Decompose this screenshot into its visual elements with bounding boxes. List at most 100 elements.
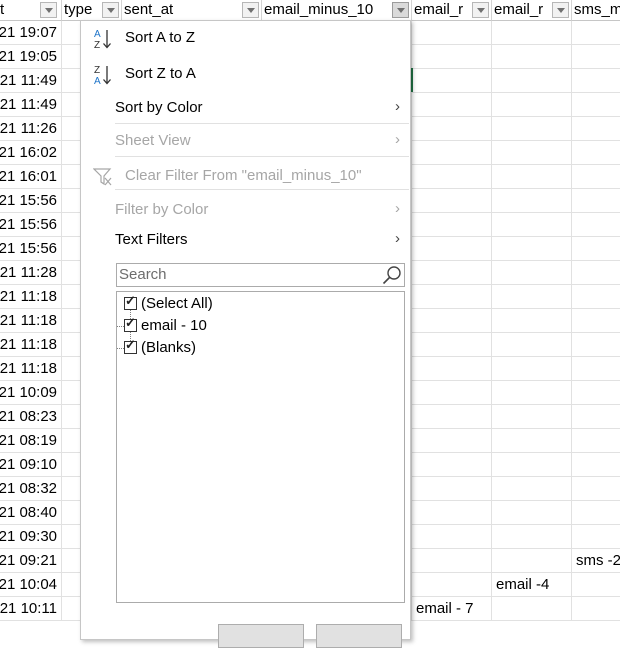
table-cell[interactable]: [492, 477, 572, 501]
table-cell[interactable]: [572, 573, 620, 597]
table-cell[interactable]: [412, 405, 492, 429]
table-cell[interactable]: [412, 381, 492, 405]
table-cell[interactable]: [412, 237, 492, 261]
column-header-sent-at[interactable]: sent_at: [122, 0, 262, 21]
table-cell[interactable]: 21 08:23: [0, 405, 62, 429]
table-cell[interactable]: [492, 501, 572, 525]
table-cell[interactable]: [412, 93, 492, 117]
table-cell[interactable]: [492, 333, 572, 357]
table-cell[interactable]: [572, 477, 620, 501]
table-cell[interactable]: 21 08:32: [0, 477, 62, 501]
table-cell[interactable]: 21 11:18: [0, 333, 62, 357]
table-cell[interactable]: [492, 453, 572, 477]
table-cell[interactable]: 21 10:04: [0, 573, 62, 597]
table-cell[interactable]: [492, 309, 572, 333]
table-cell[interactable]: 21 08:40: [0, 501, 62, 525]
table-cell[interactable]: 21 09:30: [0, 525, 62, 549]
table-cell[interactable]: 21 19:05: [0, 45, 62, 69]
table-cell[interactable]: [492, 141, 572, 165]
table-cell[interactable]: [492, 405, 572, 429]
table-cell[interactable]: [572, 309, 620, 333]
table-cell[interactable]: [412, 141, 492, 165]
table-cell[interactable]: [572, 285, 620, 309]
table-cell[interactable]: [412, 429, 492, 453]
table-cell[interactable]: [572, 21, 620, 45]
column-header-t[interactable]: t: [0, 0, 62, 21]
table-cell[interactable]: [572, 189, 620, 213]
table-cell[interactable]: 21 15:56: [0, 237, 62, 261]
table-cell[interactable]: [572, 333, 620, 357]
table-cell[interactable]: [572, 453, 620, 477]
filter-dropdown-button-active[interactable]: [392, 2, 409, 18]
column-header-type[interactable]: type: [62, 0, 122, 21]
table-cell[interactable]: [412, 549, 492, 573]
table-cell[interactable]: 21 16:02: [0, 141, 62, 165]
table-cell[interactable]: [572, 93, 620, 117]
table-cell[interactable]: [412, 333, 492, 357]
table-cell[interactable]: [412, 357, 492, 381]
table-cell[interactable]: [572, 381, 620, 405]
table-cell[interactable]: [412, 45, 492, 69]
column-header-email-minus-10[interactable]: email_minus_10: [262, 0, 412, 21]
table-cell[interactable]: 21 11:28: [0, 261, 62, 285]
table-cell[interactable]: [492, 45, 572, 69]
table-cell[interactable]: [412, 309, 492, 333]
filter-dropdown-button[interactable]: [102, 2, 119, 18]
table-cell[interactable]: [572, 237, 620, 261]
sort-by-color-item[interactable]: Sort by Color ›: [81, 93, 410, 123]
table-cell[interactable]: [412, 573, 492, 597]
table-cell[interactable]: [412, 189, 492, 213]
table-cell[interactable]: [412, 117, 492, 141]
table-cell[interactable]: 21 16:01: [0, 165, 62, 189]
list-item[interactable]: (Blanks): [117, 337, 402, 359]
table-cell[interactable]: [492, 285, 572, 309]
table-cell[interactable]: [492, 69, 572, 93]
table-cell[interactable]: 21 11:49: [0, 93, 62, 117]
table-cell[interactable]: email - 7: [412, 597, 492, 621]
table-cell[interactable]: [412, 213, 492, 237]
table-cell[interactable]: 21 11:18: [0, 309, 62, 333]
table-cell[interactable]: [412, 525, 492, 549]
table-cell[interactable]: email -4: [492, 573, 572, 597]
filter-dropdown-button[interactable]: [242, 2, 259, 18]
sort-a-to-z-item[interactable]: A Z Sort A to Z: [81, 23, 410, 53]
column-header-sms-m[interactable]: sms_m: [572, 0, 620, 21]
table-cell[interactable]: [572, 165, 620, 189]
table-cell[interactable]: [572, 69, 620, 93]
list-item-select-all[interactable]: (Select All): [117, 293, 402, 315]
table-cell[interactable]: 21 08:19: [0, 429, 62, 453]
table-cell[interactable]: [572, 501, 620, 525]
value-checkbox[interactable]: [124, 315, 137, 332]
filter-dropdown-button[interactable]: [552, 2, 569, 18]
table-cell[interactable]: 21 11:18: [0, 285, 62, 309]
table-cell[interactable]: [572, 405, 620, 429]
table-cell[interactable]: 21 10:09: [0, 381, 62, 405]
table-cell[interactable]: [492, 549, 572, 573]
table-cell[interactable]: [492, 597, 572, 621]
table-cell[interactable]: 21 09:10: [0, 453, 62, 477]
table-cell[interactable]: [572, 525, 620, 549]
table-cell[interactable]: [492, 261, 572, 285]
table-cell[interactable]: 21 11:49: [0, 69, 62, 93]
table-cell[interactable]: [492, 21, 572, 45]
filter-dropdown-button[interactable]: [40, 2, 57, 18]
table-cell[interactable]: [412, 21, 492, 45]
table-cell[interactable]: [412, 477, 492, 501]
table-cell[interactable]: sms -2: [572, 549, 620, 573]
table-cell[interactable]: [572, 597, 620, 621]
table-cell[interactable]: [572, 45, 620, 69]
select-all-checkbox[interactable]: [124, 293, 137, 310]
text-filters-item[interactable]: Text Filters ›: [81, 225, 410, 255]
table-cell[interactable]: [412, 261, 492, 285]
sort-z-to-a-item[interactable]: Z A Sort Z to A: [81, 59, 410, 89]
table-cell[interactable]: [492, 381, 572, 405]
table-cell[interactable]: [492, 189, 572, 213]
table-cell[interactable]: [492, 357, 572, 381]
table-cell[interactable]: 21 09:21: [0, 549, 62, 573]
table-cell[interactable]: [572, 117, 620, 141]
table-cell[interactable]: 21 15:56: [0, 189, 62, 213]
table-cell[interactable]: 21 19:07: [0, 21, 62, 45]
table-cell[interactable]: [492, 117, 572, 141]
table-cell[interactable]: [412, 285, 492, 309]
table-cell[interactable]: 21 15:56: [0, 213, 62, 237]
